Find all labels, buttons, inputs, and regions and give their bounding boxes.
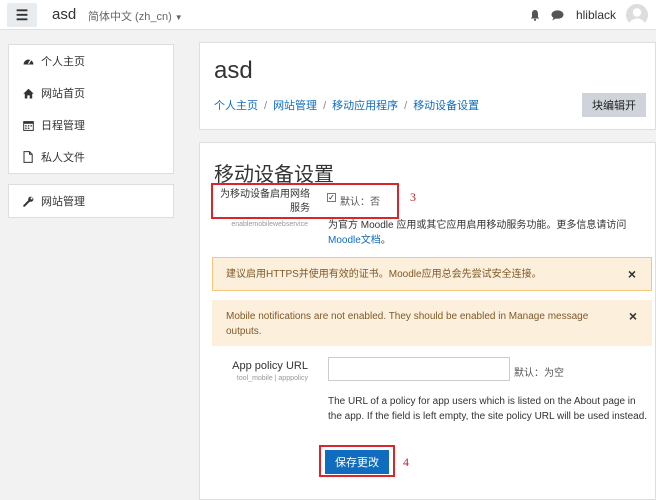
sidebar-item-label: 个人主页 — [41, 56, 85, 68]
breadcrumb-site-admin[interactable]: 网站管理 — [273, 100, 317, 112]
close-icon[interactable]: × — [628, 267, 636, 282]
message-icon[interactable] — [551, 9, 564, 21]
user-avatar[interactable] — [626, 4, 648, 26]
user-nav: hliblack — [529, 4, 648, 26]
sidebar-item-private-files[interactable]: 私人文件 — [9, 141, 173, 173]
webservice-description: 为官方 Moodle 应用或其它应用启用移动服务功能。更多信息请访问 Moodle… — [328, 218, 648, 248]
block-edit-button[interactable]: 块编辑开 — [582, 93, 646, 117]
close-icon[interactable]: × — [629, 309, 637, 324]
calendar-icon — [23, 120, 39, 131]
breadcrumb-dashboard[interactable]: 个人主页 — [214, 100, 258, 112]
hamburger-menu-icon[interactable]: ☰ — [7, 3, 37, 27]
notifications-alert-text: Mobile notifications are not enabled. Th… — [226, 311, 589, 337]
webservice-desc-suffix: 。 — [380, 235, 391, 246]
webservice-default: 默认：否 — [340, 197, 380, 208]
sidebar-item-label: 日程管理 — [41, 120, 85, 132]
breadcrumb-separator: / — [264, 100, 268, 112]
site-brand[interactable]: asd — [52, 6, 76, 23]
language-menu[interactable]: 简体中文 (zh_cn) ▼ — [88, 8, 183, 24]
breadcrumb-mobile-app[interactable]: 移动应用程序 — [332, 100, 398, 112]
sidebar-item-label: 网站首页 — [41, 88, 85, 100]
page-header: asd 个人主页 / 网站管理 / 移动应用程序 / 移动设备设置 块编辑开 — [199, 42, 656, 130]
sidebar-admin-nav: 网站管理 — [8, 184, 174, 218]
caret-down-icon: ▼ — [174, 13, 183, 22]
app-policy-default: 默认：为空 — [514, 368, 564, 379]
annotation-number-4: 4 — [403, 455, 409, 469]
sidebar-item-site-home[interactable]: 网站首页 — [9, 77, 173, 109]
notifications-alert: Mobile notifications are not enabled. Th… — [212, 300, 652, 346]
save-changes-button[interactable]: 保存更改 — [325, 450, 389, 474]
page-title: asd — [214, 57, 253, 84]
wrench-icon — [23, 196, 39, 207]
sidebar-primary-nav: 个人主页 网站首页 日程管理 私人文件 — [8, 44, 174, 174]
app-policy-description: The URL of a policy for app users which … — [328, 396, 648, 422]
webservice-label: 为移动设备启用网络服务 — [220, 189, 310, 214]
home-icon — [23, 88, 39, 99]
file-icon — [23, 151, 39, 163]
sidebar-item-site-admin[interactable]: 网站管理 — [9, 185, 173, 217]
dashboard-icon — [23, 56, 39, 67]
app-policy-url-input[interactable] — [328, 357, 510, 381]
https-warning-alert: 建议启用HTTPS并使用有效的证书。Moodle应用总会先尝试安全连接。 × — [212, 257, 652, 291]
breadcrumb-separator: / — [323, 100, 327, 112]
top-navbar: ☰ asd 简体中文 (zh_cn) ▼ hliblack — [0, 0, 656, 30]
bell-icon[interactable] — [529, 9, 541, 21]
webservice-desc-text: 为官方 Moodle 应用或其它应用启用移动服务功能。更多信息请访问 — [328, 220, 627, 231]
breadcrumb: 个人主页 / 网站管理 / 移动应用程序 / 移动设备设置 — [214, 97, 479, 113]
breadcrumb-separator: / — [404, 100, 408, 112]
annotation-number-3: 3 — [410, 190, 416, 204]
app-policy-label: App policy URL — [232, 360, 308, 372]
sidebar-item-label: 私人文件 — [41, 152, 85, 164]
app-policy-setting-id: tool_mobile | apppolicy — [236, 375, 308, 382]
https-warning-text: 建议启用HTTPS并使用有效的证书。Moodle应用总会先尝试安全连接。 — [226, 269, 542, 280]
sidebar-item-dashboard[interactable]: 个人主页 — [9, 45, 173, 77]
breadcrumb-mobile-settings[interactable]: 移动设备设置 — [413, 100, 479, 112]
webservice-checkbox[interactable]: ✓ — [327, 193, 336, 202]
language-label: 简体中文 (zh_cn) — [88, 11, 172, 23]
webservice-setting-id: enablemobilewebservice — [231, 221, 308, 228]
username[interactable]: hliblack — [576, 8, 616, 22]
sidebar-item-calendar[interactable]: 日程管理 — [9, 109, 173, 141]
moodle-docs-link[interactable]: Moodle文档 — [328, 235, 381, 246]
sidebar-item-label: 网站管理 — [41, 196, 85, 208]
